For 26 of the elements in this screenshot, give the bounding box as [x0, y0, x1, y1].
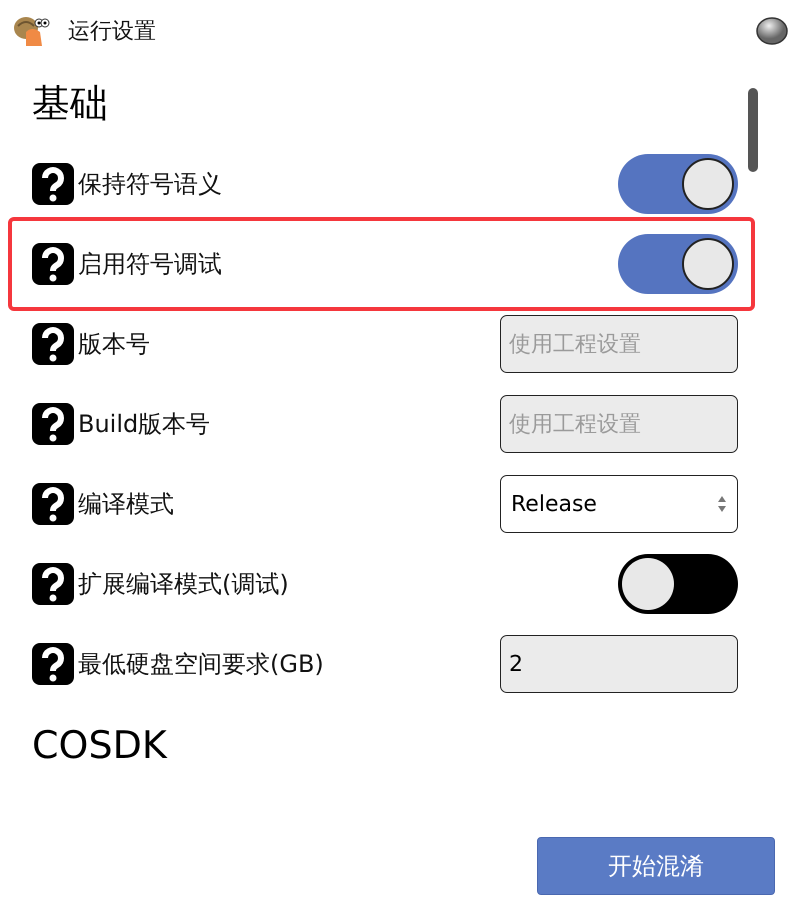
help-icon[interactable] [32, 403, 74, 445]
input-field[interactable]: 使用工程设置 [500, 315, 738, 373]
help-icon[interactable] [32, 323, 74, 365]
help-icon[interactable] [32, 163, 74, 205]
help-icon[interactable] [32, 483, 74, 525]
help-icon[interactable] [32, 563, 74, 605]
setting-label: 编译模式 [78, 489, 175, 520]
section-heading: 基础 [32, 80, 109, 126]
setting-label: 扩展编译模式(调试) [78, 569, 290, 600]
setting-label: 版本号 [78, 329, 151, 360]
scrollbar-thumb[interactable] [748, 88, 758, 172]
start-button[interactable]: 开始混淆 [537, 837, 775, 895]
up-down-arrows-icon [717, 495, 727, 513]
setting-label: 最低硬盘空间要求(GB) [78, 649, 325, 680]
help-icon[interactable] [32, 243, 74, 285]
setting-label: 启用符号调试 [78, 249, 223, 280]
input-field[interactable]: 2 [500, 635, 738, 693]
section-heading: COSDK [32, 722, 168, 769]
setting-label: Build版本号 [78, 409, 212, 440]
input-field[interactable]: 使用工程设置 [500, 395, 738, 453]
window-title: 运行设置 [68, 18, 157, 46]
select-field[interactable]: Release [500, 475, 738, 533]
help-icon[interactable] [32, 643, 74, 685]
setting-label: 保持符号语义 [78, 169, 223, 200]
window-button-icon[interactable] [756, 17, 788, 45]
hermit-crab-icon [12, 14, 50, 48]
